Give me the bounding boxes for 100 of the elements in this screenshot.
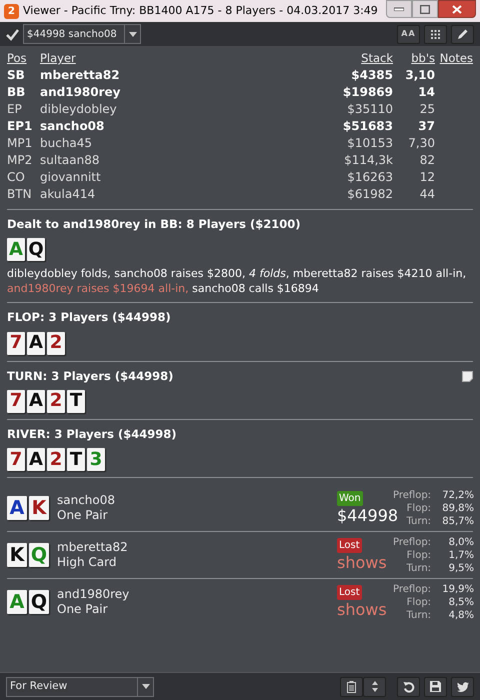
pencil-icon: [456, 28, 468, 40]
player-cell-text: sancho08: [40, 118, 106, 135]
hand-select[interactable]: $44998 sancho08: [23, 24, 141, 44]
share-button[interactable]: [451, 676, 474, 696]
equity-label: Preflop:: [393, 488, 432, 502]
player-name: mberetta82: [57, 540, 129, 555]
minimize-button[interactable]: [386, 0, 412, 18]
playing-card: 2: [47, 332, 65, 354]
equity-label: Flop:: [406, 502, 432, 514]
street-title: TURN: 3 Players ($44998): [7, 368, 174, 384]
result-amount: shows: [337, 552, 387, 572]
bb-cell-text: 14: [417, 84, 435, 101]
playing-card: Q: [29, 543, 49, 567]
equity-label: Flop:: [406, 596, 432, 608]
close-button[interactable]: [438, 0, 476, 18]
playing-card: A: [7, 496, 27, 520]
player-cell-text: dibleydobley: [40, 101, 118, 118]
position-cell-text: CO: [7, 169, 26, 186]
column-header[interactable]: Stack: [323, 50, 393, 68]
equity-label: Flop:: [406, 548, 432, 562]
bb-cell-text: 7,30: [407, 135, 435, 152]
position-cell-text: EP1: [7, 118, 34, 135]
clipboard-button[interactable]: [340, 676, 363, 696]
equity-label: Preflop:: [393, 582, 432, 596]
player-cell-text: akula414: [40, 186, 96, 203]
result-amount: $44998: [337, 506, 398, 526]
filter-checkbox[interactable]: [6, 28, 19, 40]
street-title: Dealt to and1980rey in BB: 8 Players ($2100): [7, 216, 300, 233]
column-header[interactable]: bb's: [393, 50, 435, 68]
save-button[interactable]: [424, 676, 447, 696]
playing-card: T: [67, 390, 85, 413]
playing-card: Q: [27, 238, 45, 262]
close-icon: [452, 4, 462, 14]
player-name: and1980rey: [57, 587, 130, 602]
equity-label: Preflop:: [393, 536, 432, 548]
maximize-button[interactable]: [412, 0, 438, 18]
maximize-icon: [420, 4, 430, 14]
action-text: dibleydobley folds, sancho08 raises $2800, 4 folds, mberetta82 raises $4210 all-in, and1980rey raises $19694 all-in, sancho08 calls $16894: [7, 266, 468, 296]
font-size-button[interactable]: AA: [397, 24, 420, 44]
grid-icon: [431, 30, 440, 38]
bb-cell-text: 25: [418, 101, 435, 118]
position-cell-text: BTN: [7, 186, 33, 203]
hand-rank: High Card: [57, 555, 118, 570]
tag-select[interactable]: For Review: [6, 676, 154, 696]
sort-button[interactable]: [363, 676, 386, 696]
stack-cell-text: $61982: [346, 186, 393, 203]
bb-cell-text: 3,10: [404, 67, 435, 84]
app-badge: 2: [4, 4, 19, 18]
equity-value: 1,7%: [448, 548, 474, 562]
stack-cell-text: $35110: [346, 101, 393, 118]
position-cell-text: EP: [7, 101, 23, 118]
equity-label: Turn:: [405, 562, 432, 574]
equity-value: 8,0%: [448, 536, 474, 548]
refresh-button[interactable]: [397, 676, 420, 696]
playing-card: 7: [7, 332, 25, 354]
playing-card: 7: [7, 390, 25, 413]
bb-cell-text: 37: [417, 118, 435, 135]
playing-card: A: [7, 590, 27, 614]
refresh-icon: [402, 680, 414, 692]
column-header[interactable]: Notes: [435, 50, 473, 68]
stack-cell-text: $51683: [342, 118, 393, 135]
clipboard-icon: [347, 680, 356, 692]
playing-card: 7: [7, 448, 25, 471]
playing-card: A: [27, 332, 45, 354]
playing-card: A: [27, 448, 45, 471]
hand-rank: One Pair: [57, 602, 109, 617]
playing-card: K: [29, 496, 49, 520]
result-badge: Lost: [337, 584, 362, 600]
column-header[interactable]: Pos: [7, 50, 40, 68]
player-name: sancho08: [57, 493, 116, 508]
stack-cell-text: $19869: [342, 84, 393, 101]
player-cell-text: giovannitt: [40, 169, 102, 186]
equity-value: 9,5%: [448, 562, 474, 574]
result-badge: Lost: [337, 538, 362, 552]
position-cell-text: MP1: [7, 135, 34, 152]
up-down-icon: [372, 681, 378, 692]
grid-button[interactable]: [424, 24, 447, 44]
playing-card: 2: [47, 448, 65, 471]
equity-value: 85,7%: [441, 514, 474, 528]
window-title: Viewer - Pacific Trny: BB1400 A175 - 8 Players - 04.03.2017 3:49: [23, 2, 379, 19]
hand-rank: One Pair: [57, 508, 109, 523]
playing-card: A: [27, 390, 45, 413]
street-title: FLOP: 3 Players ($44998): [7, 309, 171, 326]
edit-button[interactable]: [451, 24, 474, 44]
stack-cell-text: $16263: [346, 169, 393, 186]
equity-value: 72,2%: [441, 488, 474, 502]
minimize-icon: [394, 7, 404, 11]
playing-card: Q: [29, 590, 49, 614]
bb-cell-text: 82: [418, 152, 435, 169]
result-amount: shows: [337, 600, 387, 620]
dropdown-icon: [128, 32, 136, 36]
player-cell-text: sultaan88: [40, 152, 100, 169]
equity-value: 89,8%: [441, 502, 474, 514]
result-badge: Won: [337, 490, 363, 506]
position-cell-text: BB: [7, 84, 26, 101]
playing-card: T: [67, 448, 85, 471]
column-header[interactable]: Player: [40, 50, 323, 68]
equity-label: Turn:: [405, 514, 432, 528]
dropdown-icon: [142, 684, 150, 689]
playing-card: K: [7, 543, 27, 567]
